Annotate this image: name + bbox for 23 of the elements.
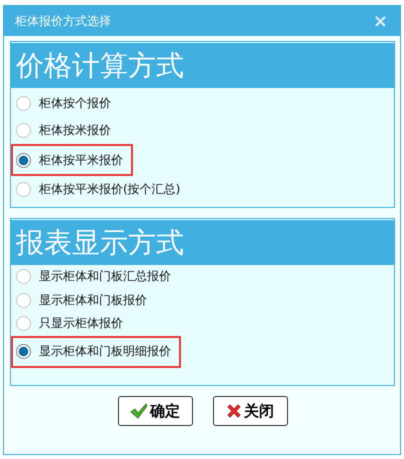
radio-button[interactable] (16, 292, 31, 308)
radio-option[interactable]: 显示柜体和门板明细报价 (11, 336, 181, 368)
radio-button[interactable] (16, 269, 31, 284)
radio-option[interactable]: 柜体按米报价 (11, 117, 121, 144)
radio-button[interactable] (16, 182, 31, 197)
radio-option[interactable]: 柜体按平米报价 (11, 144, 133, 176)
group-header: 报表显示方式 (11, 220, 394, 265)
close-button[interactable]: 关闭 (212, 396, 288, 426)
checkmark-icon (130, 403, 148, 419)
radio-button[interactable] (16, 123, 31, 138)
radio-button[interactable] (16, 96, 31, 111)
window-title: 柜体报价方式选择 (15, 12, 111, 30)
radio-option[interactable]: 柜体按平米报价(按个汇总) (11, 176, 190, 203)
radio-button[interactable] (16, 344, 31, 359)
radio-option[interactable]: 柜体按个报价 (11, 90, 121, 117)
radio-option[interactable]: 显示柜体和门板汇总报价 (11, 265, 181, 288)
radio-button[interactable] (16, 152, 31, 168)
radio-option[interactable]: 显示柜体和门板报价 (11, 288, 157, 312)
ok-button[interactable]: 确定 (118, 396, 192, 426)
group-header: 价格计算方式 (11, 43, 394, 88)
cross-icon (226, 403, 242, 419)
radio-button[interactable] (16, 316, 31, 332)
radio-option[interactable]: 只显示柜体报价 (11, 312, 133, 336)
